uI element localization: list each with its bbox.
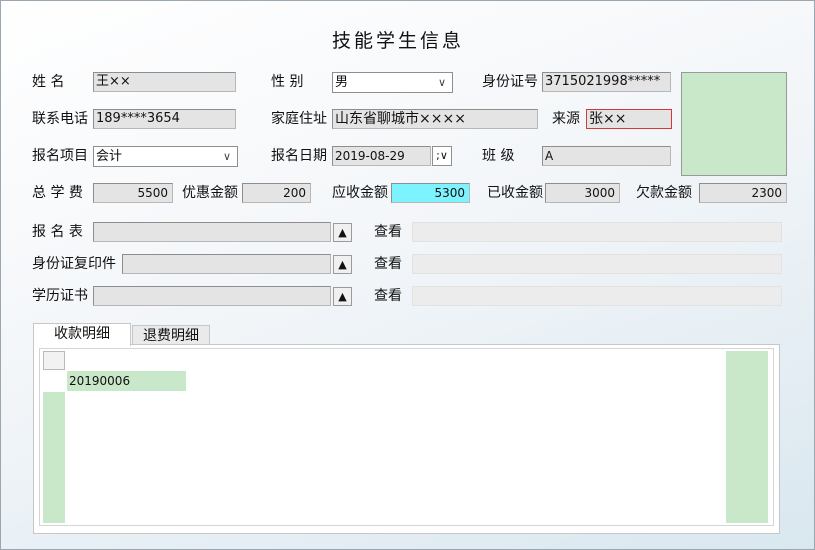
grid-cell[interactable]: 20190006: [67, 371, 186, 391]
id-copy-path: [412, 254, 782, 274]
id-copy-label: 身份证复印件: [32, 256, 116, 272]
id-field[interactable]: 3715021998*****: [542, 72, 671, 92]
discount-field[interactable]: 200: [242, 183, 311, 203]
class-label: 班 级: [482, 148, 515, 164]
phone-field[interactable]: 189****3654: [93, 109, 236, 129]
total-fee-label: 总 学 费: [32, 185, 83, 201]
date-label: 报名日期: [271, 148, 327, 164]
owed-field[interactable]: 2300: [699, 183, 787, 203]
source-field[interactable]: 张××: [586, 109, 672, 129]
owed-label: 欠款金额: [636, 185, 692, 201]
grid-scrollbar[interactable]: [726, 351, 768, 523]
total-fee-field[interactable]: 5500: [93, 183, 173, 203]
triangle-up-icon: ▲: [338, 258, 347, 271]
received-label: 已收金额: [487, 185, 543, 201]
triangle-up-icon: ▲: [338, 290, 347, 303]
project-label: 报名项目: [32, 148, 88, 164]
diploma-upload-button[interactable]: ▲: [333, 287, 352, 306]
registration-form-upload-button[interactable]: ▲: [333, 223, 352, 242]
gender-select-value: 男: [335, 75, 349, 90]
page-title: 技能学生信息: [331, 30, 464, 52]
name-field[interactable]: 王××: [93, 72, 236, 92]
id-copy-view-link[interactable]: 查看: [374, 254, 402, 274]
due-label: 应收金额: [332, 185, 388, 201]
diploma-label: 学历证书: [32, 288, 88, 304]
discount-label: 优惠金额: [182, 185, 238, 201]
id-copy-upload-button[interactable]: ▲: [333, 255, 352, 274]
diploma-view-link[interactable]: 查看: [374, 286, 402, 306]
address-field[interactable]: 山东省聊城市××××: [332, 109, 538, 129]
registration-form-label: 报 名 表: [32, 224, 83, 240]
triangle-up-icon: ▲: [338, 226, 347, 239]
diploma-field[interactable]: [93, 286, 331, 306]
registration-form-view-link[interactable]: 查看: [374, 222, 402, 242]
phone-label: 联系电话: [32, 111, 88, 127]
grid-row-header-column: [43, 392, 65, 523]
chevron-down-icon[interactable]: ∨: [220, 147, 234, 166]
source-label: 来源: [552, 111, 580, 127]
chevron-down-icon: ;∨: [436, 149, 448, 162]
photo-box[interactable]: [681, 72, 787, 176]
address-label: 家庭住址: [271, 111, 327, 127]
project-select[interactable]: 会计 ∨: [93, 146, 238, 167]
diploma-path: [412, 286, 782, 306]
tab-receipts[interactable]: 收款明细: [33, 323, 131, 346]
class-field[interactable]: A: [542, 146, 671, 166]
name-label: 姓 名: [32, 74, 65, 90]
chevron-down-icon[interactable]: ∨: [435, 73, 449, 92]
project-select-value: 会计: [96, 149, 123, 164]
received-field[interactable]: 3000: [545, 183, 620, 203]
gender-label: 性 别: [271, 74, 304, 90]
date-field[interactable]: 2019-08-29: [332, 146, 431, 166]
due-field[interactable]: 5300: [391, 183, 470, 203]
id-copy-field[interactable]: [122, 254, 331, 274]
date-dropdown-button[interactable]: ;∨: [432, 146, 452, 166]
registration-form-path: [412, 222, 782, 242]
gender-select[interactable]: 男 ∨: [332, 72, 453, 93]
id-label: 身份证号: [482, 74, 538, 90]
registration-form-field[interactable]: [93, 222, 331, 242]
grid-corner-header[interactable]: [43, 351, 65, 370]
